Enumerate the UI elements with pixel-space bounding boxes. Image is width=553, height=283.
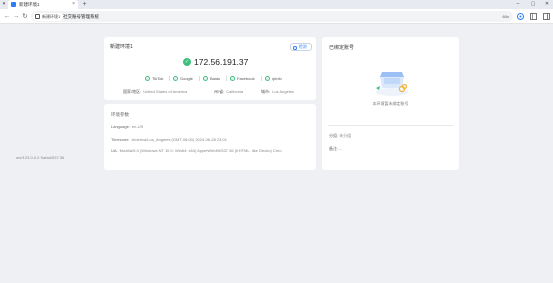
- service-divider: [261, 76, 262, 81]
- service-label: Google: [180, 76, 193, 81]
- check-icon: ✓: [203, 76, 208, 81]
- tab-search-chevron-icon[interactable]: ▾: [1, 1, 7, 7]
- detect-button[interactable]: 检测: [290, 43, 312, 51]
- note-label: 备注:: [329, 146, 339, 151]
- param-ua: UA: Mozilla/5.0 (Windows NT 10.0; Win64; …: [111, 148, 282, 154]
- forward-button[interactable]: →: [12, 12, 20, 21]
- geo-city-value: Los Angeles: [272, 89, 294, 94]
- service-label: Baidu: [210, 76, 221, 81]
- service-divider: [199, 76, 200, 81]
- environment-params-card: 环境参数 Language: en-US Timezone: America/Los…: [104, 104, 316, 170]
- service-tiktok[interactable]: ✓ TikTok: [145, 75, 163, 82]
- site-chip-label: 新建环境1: [42, 13, 61, 19]
- service-label: ipInfo: [272, 76, 282, 81]
- ip-status-check-icon: ✓: [183, 58, 191, 66]
- param-timezone-label: Timezone:: [111, 137, 130, 142]
- tab-close-icon[interactable]: ×: [72, 1, 75, 8]
- check-icon: ✓: [145, 76, 150, 81]
- back-button[interactable]: ←: [3, 12, 11, 21]
- service-divider: [226, 76, 227, 81]
- reload-button[interactable]: ↻: [21, 12, 29, 21]
- check-icon: ✓: [230, 76, 235, 81]
- param-ua-label: UA:: [111, 148, 118, 153]
- geo-country-label: 国家/地区:: [123, 89, 142, 94]
- service-google[interactable]: ✓ Google: [173, 75, 193, 82]
- extension-icon[interactable]: [516, 12, 525, 21]
- maximize-button[interactable]: ▢: [527, 0, 539, 9]
- sidebar-toggle-icon[interactable]: [542, 12, 551, 21]
- new-tab-button[interactable]: +: [80, 0, 89, 9]
- ip-address: 172.56.191.37: [194, 57, 249, 67]
- service-facebook[interactable]: ✓ Facebook: [230, 75, 255, 82]
- param-language: Language: en-US: [111, 124, 143, 130]
- browser-toolbar: ← → ↻ 新建环境1 社交账号管理系统 60x: [0, 9, 553, 24]
- zoom-indicator[interactable]: 60x: [503, 11, 509, 22]
- geo-country-value: United States of America: [143, 89, 188, 94]
- geo-city: 城市: Los Angeles: [261, 89, 294, 95]
- params-title: 环境参数: [111, 112, 129, 117]
- bound-accounts-title: 已绑定账号: [329, 45, 355, 51]
- note-row: 备注:--: [329, 146, 342, 152]
- geo-state-value: California: [226, 89, 244, 94]
- address-bar[interactable]: 新建环境1 社交账号管理系统 60x: [31, 11, 513, 22]
- group-row: 分组:未分组: [329, 133, 351, 139]
- param-ua-value-cont: me/123.0.0.0 Safari/537.36: [16, 155, 65, 160]
- geo-city-label: 城市:: [261, 89, 271, 94]
- environment-card: 新建环境1 检测 ✓ 172.56.191.37 ✓ TikTok ✓ Google…: [104, 37, 316, 100]
- empty-state-illustration: [376, 72, 408, 96]
- check-icon: ✓: [173, 76, 178, 81]
- site-info-chip[interactable]: 新建环境1: [33, 12, 64, 21]
- param-language-label: Language:: [111, 124, 130, 129]
- param-language-value: en-US: [131, 124, 144, 129]
- group-label: 分组:: [329, 133, 339, 138]
- empty-state-text: 本环境暂未绑定账号: [372, 101, 409, 106]
- window-close-button[interactable]: ✕: [541, 0, 553, 9]
- service-label: Facebook: [237, 76, 255, 81]
- minimize-button[interactable]: –: [512, 0, 524, 9]
- bound-accounts-card: 已绑定账号 本环境暂未绑定账号 分组:未分组 备注:--: [322, 37, 459, 170]
- geo-state-label: 州/省:: [214, 89, 225, 94]
- downloads-icon[interactable]: [529, 12, 538, 21]
- service-label: TikTok: [152, 76, 164, 81]
- group-value: 未分组: [339, 133, 352, 138]
- browser-tabstrip: ▾ 新建环境1 × + – ▢ ✕: [0, 0, 553, 9]
- browser-tab[interactable]: 新建环境1 ×: [8, 0, 78, 9]
- param-timezone: Timezone: America/Los_Angeles (GMT-08:00)…: [111, 137, 227, 143]
- note-value: --: [339, 146, 342, 151]
- detect-button-label: 检测: [299, 45, 307, 49]
- geo-state: 州/省: California: [214, 89, 243, 95]
- service-divider: [169, 76, 170, 81]
- check-icon: ✓: [265, 76, 270, 81]
- tab-title: 新建环境1: [19, 2, 40, 7]
- service-baidu[interactable]: ✓ Baidu: [203, 75, 220, 82]
- section-divider: [328, 125, 453, 126]
- service-ipinfo[interactable]: ✓ ipInfo: [265, 75, 282, 82]
- geo-country: 国家/地区: United States of America: [123, 89, 187, 95]
- tab-favicon-icon: [11, 2, 16, 7]
- site-info-icon: [35, 14, 40, 19]
- environment-title: 新建环境1: [110, 44, 133, 50]
- param-timezone-value: America/Los_Angeles (GMT-08:00) 2024-06-…: [131, 137, 227, 142]
- param-ua-value: Mozilla/5.0 (Windows NT 10.0; Win64; x64…: [119, 148, 282, 153]
- refresh-icon: [293, 46, 297, 50]
- address-text: 社交账号管理系统: [63, 14, 99, 19]
